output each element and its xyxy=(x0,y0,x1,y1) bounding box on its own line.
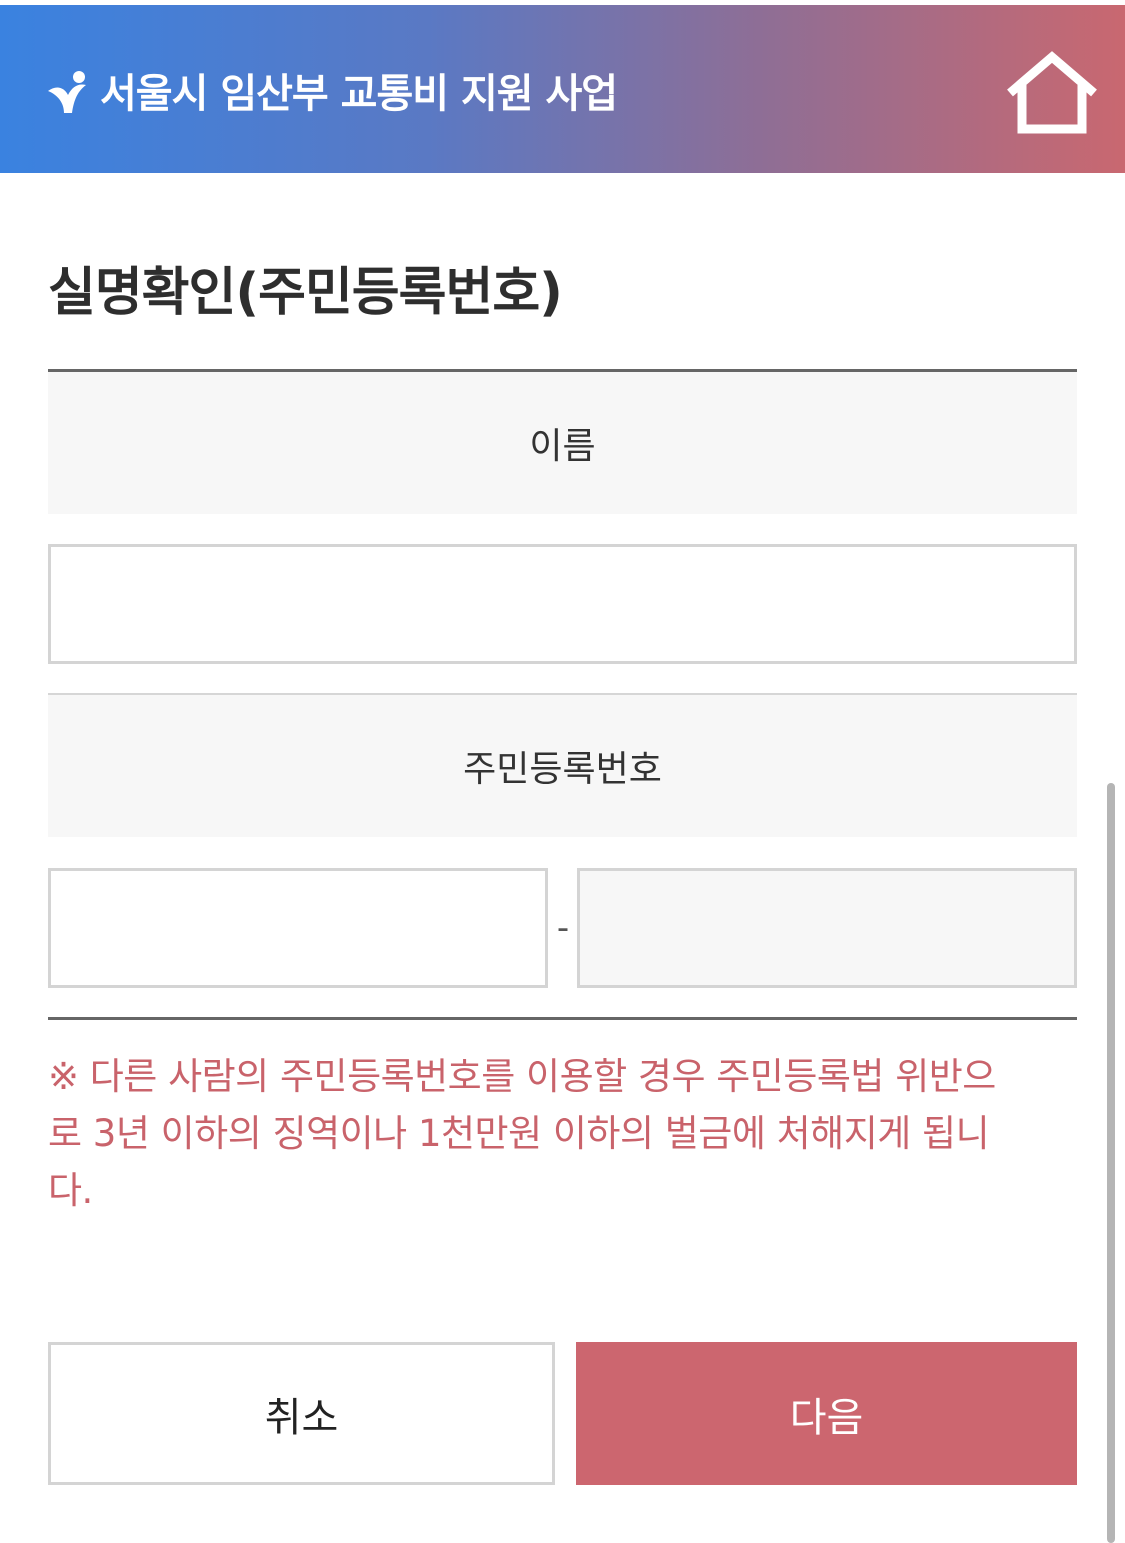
name-label: 이름 xyxy=(48,372,1077,514)
next-button[interactable]: 다음 xyxy=(576,1342,1077,1485)
seoul-logo-icon xyxy=(48,71,86,113)
rrn-separator: - xyxy=(556,908,570,948)
name-input[interactable] xyxy=(48,544,1077,664)
rrn-back-input[interactable] xyxy=(577,868,1077,988)
rrn-front-input[interactable] xyxy=(48,868,548,988)
scrollbar[interactable] xyxy=(1107,783,1115,1543)
page-title: 실명확인(주민등록번호) xyxy=(48,263,563,323)
app-title: 서울시 임산부 교통비 지원 사업 xyxy=(100,71,618,117)
home-icon[interactable] xyxy=(1002,49,1102,135)
rrn-label: 주민등록번호 xyxy=(48,693,1077,837)
divider xyxy=(48,1017,1077,1020)
legal-warning: ※ 다른 사람의 주민등록번호를 이용할 경우 주민등록법 위반으로 3년 이하… xyxy=(48,1055,996,1212)
cancel-button[interactable]: 취소 xyxy=(48,1342,555,1485)
app-header: 서울시 임산부 교통비 지원 사업 xyxy=(0,5,1125,173)
